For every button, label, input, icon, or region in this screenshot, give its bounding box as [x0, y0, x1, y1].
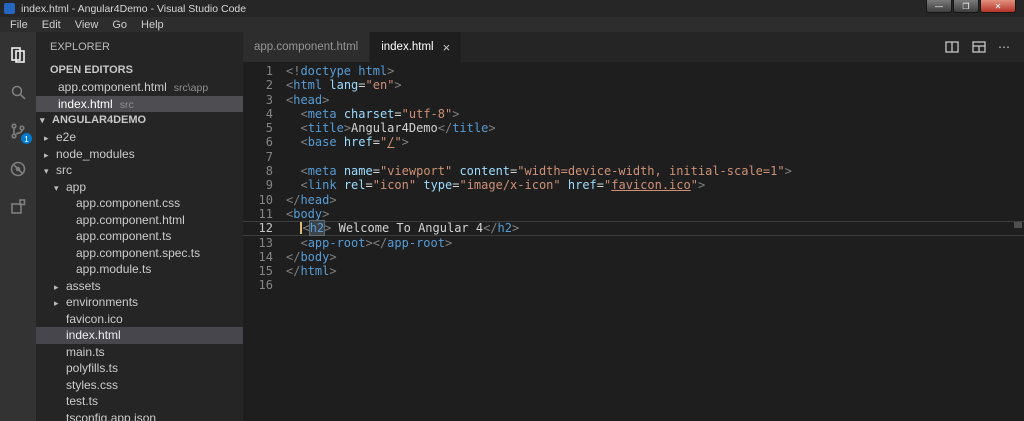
code-line-9[interactable]: 9 <link rel="icon" type="image/x-icon" h… — [243, 178, 1024, 192]
tree-file-test.ts[interactable]: test.ts — [36, 393, 243, 410]
tab-close-icon[interactable]: × — [443, 40, 451, 55]
tree-file-main.ts[interactable]: main.ts — [36, 344, 243, 361]
chevron-right-icon: ▸ — [44, 149, 49, 160]
project-section-header[interactable]: ▾ ANGULAR4DEMO — [36, 112, 243, 129]
chevron-right-icon: ▸ — [44, 133, 49, 143]
open-editor-app.component.html[interactable]: app.component.html src\app — [36, 79, 243, 96]
code-line-3[interactable]: 3 <head> — [243, 93, 1024, 107]
code-line-2[interactable]: 2 <html lang="en"> — [243, 78, 1024, 92]
code-line-12[interactable]: 12 <h2> Welcome To Angular 4</h2> — [243, 220, 1024, 237]
vscode-window: index.html - Angular4Demo - Visual Studi… — [0, 0, 1024, 421]
minimize-button[interactable]: — — [926, 0, 952, 13]
tree-folder-environments[interactable]: ▸ environments — [36, 294, 243, 311]
tree-file-tsconfig.app.json[interactable]: tsconfig.app.json — [36, 410, 243, 421]
code-line-1[interactable]: 1 <!doctype html> — [243, 64, 1024, 78]
tree-file-app.component.css[interactable]: app.component.css — [36, 195, 243, 212]
activity-extensions[interactable] — [0, 188, 36, 226]
code-line-10[interactable]: 10 </head> — [243, 193, 1024, 207]
activity-explorer[interactable] — [0, 36, 36, 74]
editor-actions: ⋯ — [944, 32, 1024, 62]
tree-file-app.module.ts[interactable]: app.module.ts — [36, 261, 243, 278]
code-line-7[interactable]: 7 — [243, 150, 1024, 164]
code-line-11[interactable]: 11 <body> — [243, 207, 1024, 221]
tree-file-app.component.ts[interactable]: app.component.ts — [36, 228, 243, 245]
chevron-down-icon: ▾ — [40, 115, 45, 125]
menu-item-go[interactable]: Go — [105, 19, 134, 31]
source-control-badge: 1 — [20, 132, 33, 145]
tree-file-polyfills.ts[interactable]: polyfills.ts — [36, 360, 243, 377]
tree-folder-src[interactable]: ▾ src — [36, 162, 243, 179]
code-lines: 1 <!doctype html> 2 <html lang="en"> 3 <head>… — [243, 64, 1024, 293]
tree-folder-app[interactable]: ▾ app — [36, 179, 243, 196]
code-line-16[interactable]: 16 — [243, 278, 1024, 292]
split-editor-icon[interactable] — [944, 39, 960, 55]
more-actions-icon[interactable]: ⋯ — [998, 40, 1011, 54]
window-controls: — ❐ ✕ — [925, 0, 1016, 13]
menu-item-edit[interactable]: Edit — [35, 19, 68, 31]
editor-area: app.component.html index.html × ⋯ 1 <!docty… — [243, 32, 1024, 421]
tab-strip: app.component.html index.html × — [243, 32, 462, 62]
code-line-14[interactable]: 14 </body> — [243, 250, 1024, 264]
activity-debug[interactable] — [0, 150, 36, 188]
chevron-down-icon: ▾ — [54, 182, 59, 193]
tree-folder-e2e[interactable]: ▸ e2e — [36, 129, 243, 146]
chevron-right-icon: ▸ — [54, 298, 59, 308]
title-bar: index.html - Angular4Demo - Visual Studi… — [0, 0, 1024, 17]
code-line-8[interactable]: 8 <meta name="viewport" content="width=d… — [243, 164, 1024, 178]
extensions-icon — [11, 199, 26, 214]
chevron-down-icon: ▾ — [44, 166, 49, 176]
activity-bar: 1 — [0, 32, 36, 421]
close-button[interactable]: ✕ — [980, 0, 1016, 13]
open-editor-index.html[interactable]: index.html src — [36, 95, 243, 112]
tab-app.component.html[interactable]: app.component.html — [243, 32, 370, 62]
menu-item-view[interactable]: View — [68, 19, 106, 31]
tree-file-favicon.ico[interactable]: favicon.ico — [36, 311, 243, 328]
activity-source-control[interactable]: 1 — [0, 112, 36, 150]
open-editors-header[interactable]: OPEN EDITORS — [36, 62, 243, 79]
window-title: index.html - Angular4Demo - Visual Studi… — [21, 2, 247, 15]
tab-index.html[interactable]: index.html × — [370, 32, 462, 62]
tree-file-app.component.spec.ts[interactable]: app.component.spec.ts — [36, 245, 243, 262]
tree-folder-node_modules[interactable]: ▸ node_modules — [36, 146, 243, 163]
open-editors-list: app.component.html src\app index.html src — [36, 79, 243, 112]
main-area: 1 EXPLORER OPEN EDITORS app.component.ht… — [0, 32, 1024, 421]
explorer-sidebar: EXPLORER OPEN EDITORS app.component.html… — [36, 32, 243, 421]
code-line-13[interactable]: 13 <app-root></app-root> — [243, 236, 1024, 250]
tree-file-index.html[interactable]: index.html — [36, 327, 243, 344]
project-name: ANGULAR4DEMO — [52, 114, 147, 126]
code-line-5[interactable]: 5 <title>Angular4Demo</title> — [243, 121, 1024, 135]
chevron-right-icon: ▸ — [54, 281, 59, 292]
menu-bar: File Edit View Go Help — [0, 17, 1024, 32]
vscode-app-icon — [4, 3, 15, 14]
search-icon — [11, 85, 26, 100]
sidebar-title: EXPLORER — [50, 41, 110, 53]
maximize-button[interactable]: ❐ — [953, 0, 979, 13]
activity-search[interactable] — [0, 74, 36, 112]
tab-bar: app.component.html index.html × ⋯ — [243, 32, 1024, 62]
menu-item-help[interactable]: Help — [134, 19, 171, 31]
code-line-6[interactable]: 6 <base href="/"> — [243, 135, 1024, 149]
code-editor[interactable]: 1 <!doctype html> 2 <html lang="en"> 3 <head>… — [243, 62, 1024, 421]
code-line-15[interactable]: 15 </html> — [243, 264, 1024, 278]
files-icon — [11, 47, 25, 63]
menu-item-file[interactable]: File — [3, 19, 35, 31]
file-tree: ▸ e2e ▸ node_modules ▾ src ▾ app app.component.c… — [36, 129, 243, 421]
tree-folder-assets[interactable]: ▸ assets — [36, 278, 243, 295]
tree-file-app.component.html[interactable]: app.component.html — [36, 212, 243, 229]
toggle-layout-icon[interactable] — [971, 39, 987, 55]
debug-icon — [10, 161, 26, 177]
tree-file-styles.css[interactable]: styles.css — [36, 377, 243, 394]
code-line-4[interactable]: 4 <meta charset="utf-8"> — [243, 107, 1024, 121]
